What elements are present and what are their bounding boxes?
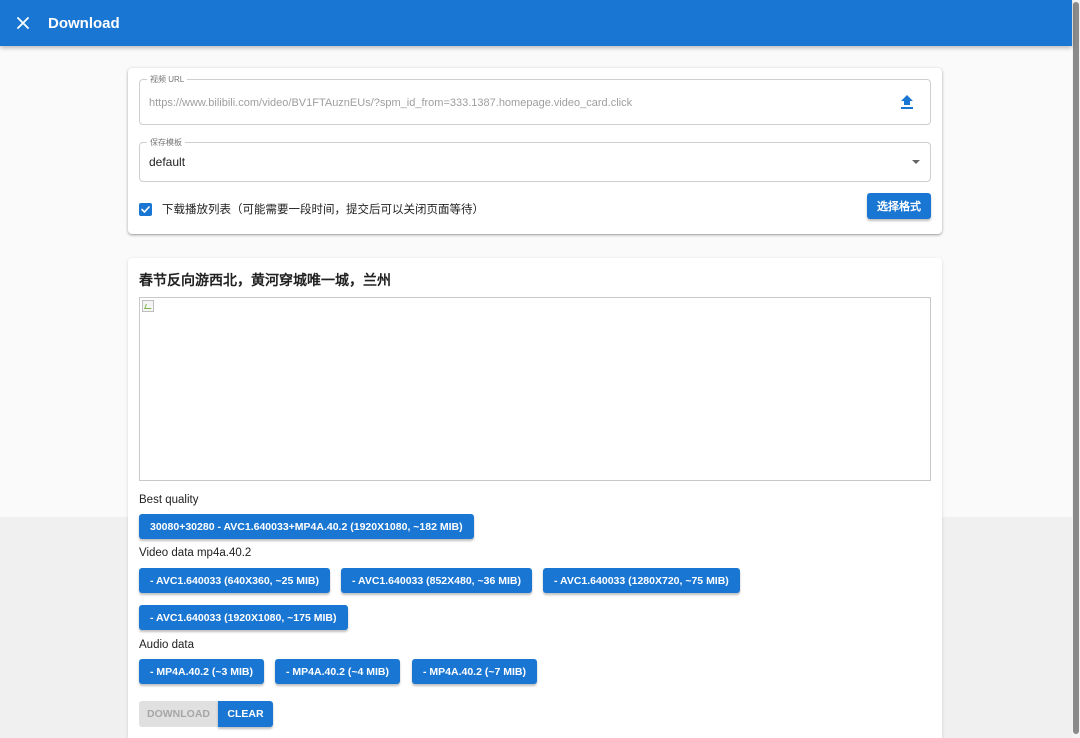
playlist-option: 下载播放列表（可能需要一段时间，提交后可以关闭页面等待）: [139, 201, 484, 217]
format-button-best[interactable]: 30080+30280 - AVC1.640033+MP4A.40.2 (192…: [139, 514, 474, 539]
scrollbar[interactable]: [1072, 0, 1080, 738]
format-button-video-720[interactable]: - AVC1.640033 (1280X720, ~75 MIB): [543, 568, 740, 593]
clear-button[interactable]: CLEAR: [218, 701, 273, 727]
best-quality-label: Best quality: [139, 494, 199, 506]
format-button-audio-7[interactable]: - MP4A.40.2 (~7 MIB): [412, 659, 537, 684]
format-button-audio-3[interactable]: - MP4A.40.2 (~3 MIB): [139, 659, 264, 684]
select-format-button[interactable]: 选择格式: [867, 193, 931, 219]
video-url-input[interactable]: [149, 94, 879, 112]
format-button-video-1080[interactable]: - AVC1.640033 (1920X1080, ~175 MIB): [139, 605, 348, 630]
broken-image-icon: [142, 300, 154, 312]
audio-data-label: Audio data: [139, 639, 194, 651]
action-buttons: DOWNLOAD CLEAR: [139, 701, 273, 727]
format-button-video-360[interactable]: - AVC1.640033 (640X360, ~25 MIB): [139, 568, 330, 593]
playlist-checkbox-label: 下载播放列表（可能需要一段时间，提交后可以关闭页面等待）: [162, 204, 484, 216]
close-button[interactable]: [0, 0, 46, 46]
check-icon: [141, 205, 150, 213]
close-icon: [17, 17, 29, 29]
scrollbar-thumb[interactable]: [1073, 2, 1079, 734]
video-data-label: Video data mp4a.40.2: [139, 547, 252, 559]
download-form-card: 视频 URL 保存模板 default 下载播放列表（可能需要一段时间，提交后可…: [128, 68, 942, 234]
playlist-checkbox[interactable]: [139, 202, 152, 216]
upload-button[interactable]: [900, 95, 914, 111]
video-url-label: 视频 URL: [147, 74, 188, 85]
video-thumbnail: [139, 297, 931, 481]
chevron-down-icon[interactable]: [912, 160, 920, 164]
video-title: 春节反向游西北，黄河穿城唯一城，兰州: [139, 272, 391, 288]
save-template-value: default: [149, 155, 186, 169]
save-template-select[interactable]: 保存模板 default: [139, 137, 931, 182]
video-url-field: 视频 URL: [139, 74, 931, 125]
page-title: Download: [48, 14, 120, 32]
format-button-video-480[interactable]: - AVC1.640033 (852X480, ~36 MIB): [341, 568, 532, 593]
format-button-audio-4[interactable]: - MP4A.40.2 (~4 MIB): [275, 659, 400, 684]
download-button[interactable]: DOWNLOAD: [139, 701, 218, 727]
app-bar: Download: [0, 0, 1072, 46]
video-info-card: 春节反向游西北，黄河穿城唯一城，兰州 Best quality 30080+30…: [128, 258, 942, 738]
save-template-label: 保存模板: [147, 137, 185, 148]
upload-icon: [901, 95, 913, 109]
